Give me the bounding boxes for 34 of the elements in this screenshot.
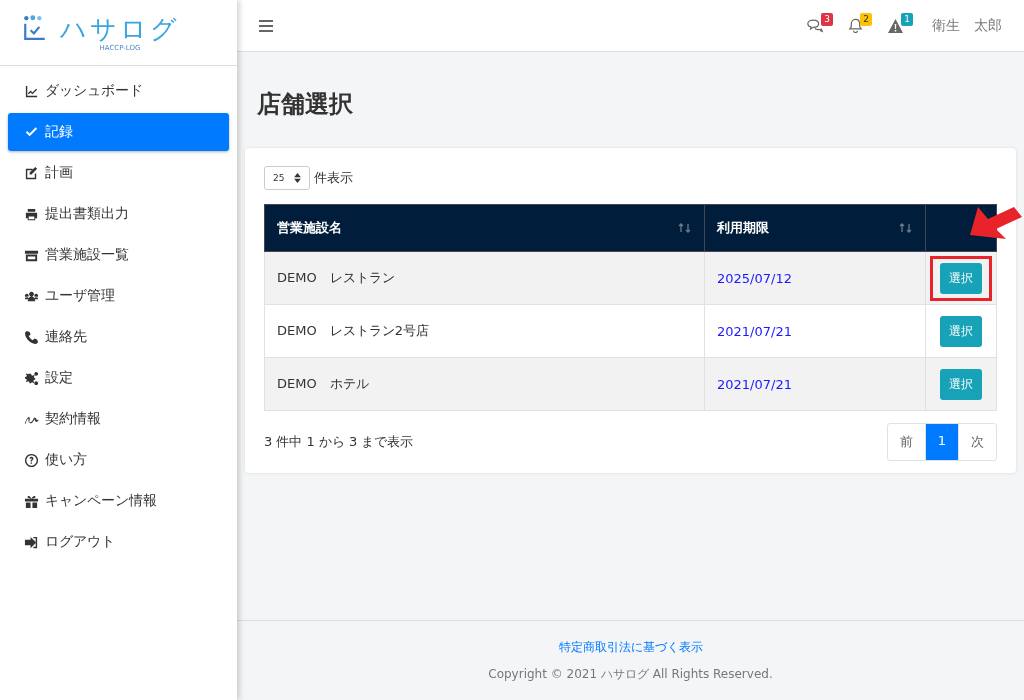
sidebar-item[interactable]: 連絡先 [8,318,229,356]
page-link[interactable]: 前 [887,424,925,460]
column-header[interactable]: 営業施設名 [264,204,705,252]
column-header[interactable]: 利用期限 [704,204,926,252]
table-cell: DEMO レストラン [264,251,705,305]
expiry-date: 2021/07/21 [704,304,926,358]
expiry-date: 2021/07/21 [704,357,926,411]
page-title: 店舗選択 [257,89,354,120]
sidebar-item[interactable]: 設定 [8,359,229,397]
table-cell: DEMO ホテル [264,357,705,411]
logo-title: ハサログ [60,13,180,44]
sidebar-item[interactable]: ユーザ管理 [8,277,229,315]
sidebar-item[interactable]: キャンペーン情報 [8,482,229,520]
expiry-date: 2025/07/12 [704,251,926,305]
sidebar-item[interactable]: 提出書類出力 [8,195,229,233]
page-size-label: 件表示 [314,169,354,187]
sidebar-item[interactable]: 記録 [8,113,229,151]
notification-badge: 3 [821,13,833,26]
notification-badge: 1 [901,12,913,26]
sidebar-item[interactable]: 使い方 [8,441,229,479]
sidebar-item[interactable]: ダッシュボード [8,72,229,110]
sidebar-item[interactable]: 契約情報 [8,400,229,438]
copyright-text: Copyright © 2021 ハサログ All Rights Reserved. [488,665,773,683]
page-link[interactable]: 次 [958,424,996,460]
page-link[interactable]: 1 [924,424,958,460]
legal-link[interactable]: 特定商取引法に基づく表示 [558,638,703,656]
sidebar-item[interactable]: ログアウト [8,523,229,561]
sidebar-item[interactable]: 計画 [8,154,229,192]
notification-badge: 2 [860,13,872,26]
sidebar-item[interactable]: 営業施設一覧 [8,236,229,274]
table-info: 3 件中 1 から 3 まで表示 [264,433,414,451]
page-size-select[interactable]: 25 [264,166,311,190]
user-name[interactable]: 衛生 太郎 [932,16,1002,35]
table-cell: DEMO レストラン2号店 [264,304,705,358]
